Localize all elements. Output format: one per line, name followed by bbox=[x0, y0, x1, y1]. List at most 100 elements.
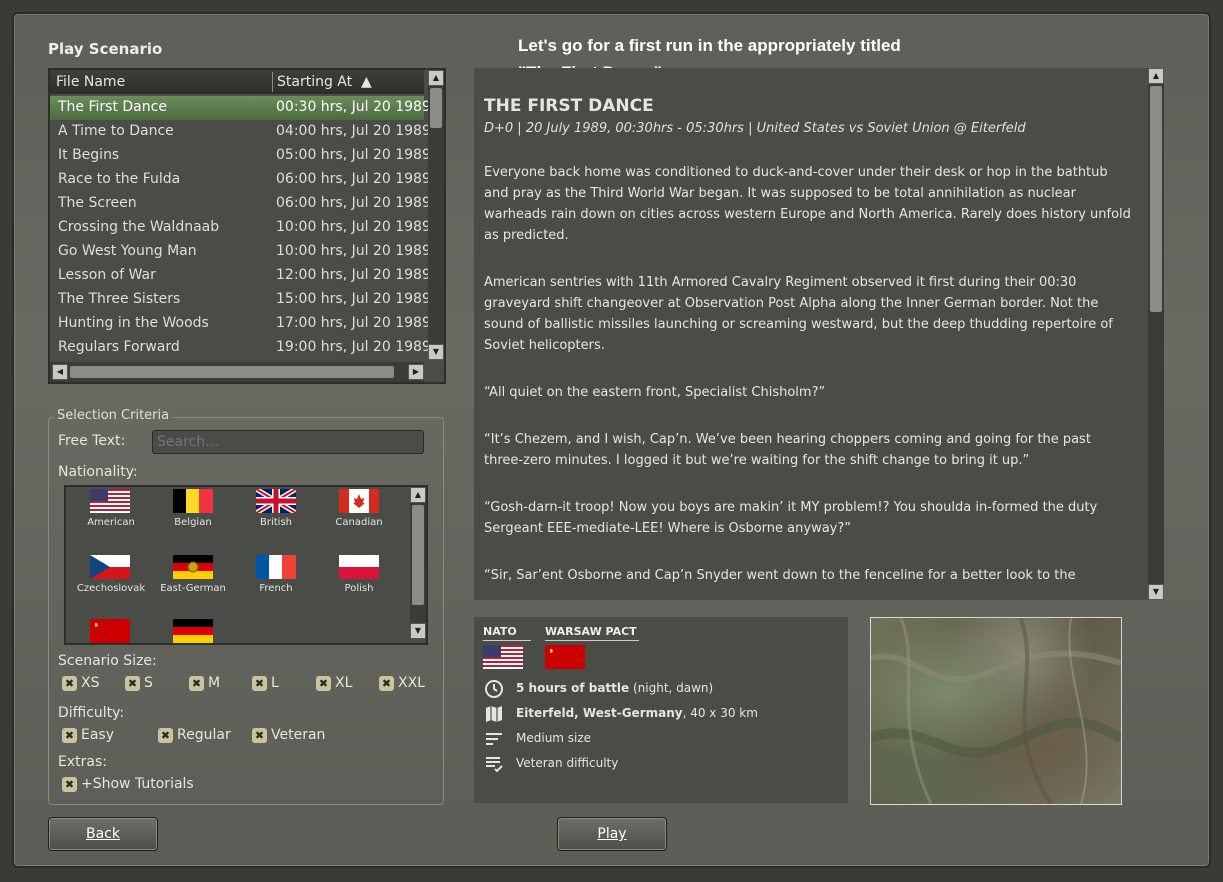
side-b-label: WARSAW PACT bbox=[545, 625, 639, 641]
size-xxl-checkbox[interactable]: ✖ XXL bbox=[379, 675, 425, 691]
column-separator bbox=[272, 72, 273, 92]
scenario-heading: THE FIRST DANCE bbox=[484, 96, 654, 116]
size-l-checkbox[interactable]: ✖ L bbox=[252, 675, 279, 691]
scroll-up-icon[interactable]: ▲ bbox=[1148, 68, 1164, 84]
scenario-list[interactable]: File Name Starting At ▲ The First Dance 0… bbox=[48, 68, 446, 384]
difficulty-option-label: Regular bbox=[177, 727, 231, 743]
check-icon: ✖ bbox=[62, 776, 77, 792]
size-m-checkbox[interactable]: ✖ M bbox=[189, 675, 220, 691]
difficulty-regular-checkbox[interactable]: ✖ Regular bbox=[158, 727, 231, 743]
scenario-subheading: D+0 | 20 July 1989, 00:30hrs - 05:30hrs … bbox=[484, 121, 1026, 136]
scroll-thumb[interactable] bbox=[1150, 86, 1162, 312]
sort-ascending-icon: ▲ bbox=[361, 74, 372, 90]
nation-name: East-German bbox=[160, 583, 226, 594]
check-icon: ✖ bbox=[189, 675, 204, 691]
check-icon: ✖ bbox=[316, 675, 331, 691]
british-flag-icon[interactable] bbox=[256, 489, 296, 513]
back-button[interactable]: Back bbox=[48, 817, 158, 851]
scroll-right-icon[interactable]: ▶ bbox=[408, 364, 424, 380]
table-row[interactable]: Race to the Fulda 06:00 hrs, Jul 20 1989 bbox=[50, 168, 431, 192]
row-name: The Three Sisters bbox=[58, 291, 181, 307]
row-name: It Begins bbox=[58, 147, 120, 163]
nationality-label: Nationality: bbox=[58, 464, 138, 480]
clock-icon bbox=[484, 679, 504, 699]
scroll-up-icon[interactable]: ▲ bbox=[410, 487, 426, 503]
search-input[interactable] bbox=[152, 430, 424, 454]
american-flag-icon[interactable] bbox=[90, 489, 130, 513]
scenario-size-label: Scenario Size: bbox=[58, 653, 157, 669]
table-row[interactable]: Hunting in the Woods 17:00 hrs, Jul 20 19… bbox=[50, 312, 431, 336]
size-s-checkbox[interactable]: ✖ S bbox=[125, 675, 153, 691]
size-xl-checkbox[interactable]: ✖ XL bbox=[316, 675, 352, 691]
description-fade bbox=[474, 586, 1148, 600]
check-icon: ✖ bbox=[252, 727, 267, 743]
scenario-size: Medium size bbox=[516, 731, 592, 745]
difficulty-option-label: Veteran bbox=[271, 727, 326, 743]
difficulty-veteran-checkbox[interactable]: ✖ Veteran bbox=[252, 727, 325, 743]
czechoslovak-flag-icon[interactable] bbox=[90, 555, 130, 579]
difficulty-easy-checkbox[interactable]: ✖ Easy bbox=[62, 727, 114, 743]
belgian-flag-icon[interactable] bbox=[173, 489, 213, 513]
polish-flag-icon[interactable] bbox=[339, 555, 379, 579]
location-detail: , 40 x 30 km bbox=[682, 706, 758, 720]
table-row[interactable]: Regulars Forward 19:00 hrs, Jul 20 1989 bbox=[50, 336, 431, 360]
scroll-left-icon[interactable]: ◀ bbox=[52, 364, 68, 380]
row-time: 19:00 hrs, Jul 20 1989 bbox=[276, 339, 431, 355]
row-name: Crossing the Waldnaab bbox=[58, 219, 220, 235]
scroll-down-icon[interactable]: ▼ bbox=[410, 623, 426, 639]
nation-name: Belgian bbox=[174, 517, 212, 528]
scroll-down-icon[interactable]: ▼ bbox=[1148, 584, 1164, 600]
french-flag-icon[interactable] bbox=[256, 555, 296, 579]
check-icon: ✖ bbox=[62, 675, 77, 691]
list-horizontal-scrollbar[interactable]: ◀ ▶ bbox=[50, 362, 424, 382]
difficulty-option-label: Easy bbox=[81, 727, 115, 743]
check-icon: ✖ bbox=[125, 675, 140, 691]
size-xs-checkbox[interactable]: ✖ XS bbox=[62, 675, 99, 691]
table-row[interactable]: Lesson of War 12:00 hrs, Jul 20 1989 bbox=[50, 264, 431, 288]
scenario-info-panel: NATO WARSAW PACT 5 hours of battle (nigh… bbox=[474, 617, 848, 803]
table-row[interactable]: The Three Sisters 15:00 hrs, Jul 20 1989 bbox=[50, 288, 431, 312]
canadian-flag-icon[interactable] bbox=[339, 489, 379, 513]
west-german-flag-icon[interactable] bbox=[173, 619, 213, 643]
description-scrollbar[interactable]: ▲ ▼ bbox=[1148, 68, 1164, 600]
table-row[interactable]: Go West Young Man 10:00 hrs, Jul 20 1989 bbox=[50, 240, 431, 264]
nationality-scrollbar[interactable]: ▲ ▼ bbox=[410, 487, 426, 639]
scroll-thumb[interactable] bbox=[70, 366, 394, 378]
page-title: Play Scenario bbox=[48, 40, 163, 58]
play-button[interactable]: Play bbox=[557, 817, 667, 851]
soviet-flag-icon[interactable] bbox=[90, 619, 130, 643]
list-header: File Name Starting At ▲ bbox=[50, 70, 424, 94]
scroll-thumb[interactable] bbox=[430, 88, 442, 128]
column-file-name[interactable]: File Name bbox=[56, 74, 125, 90]
row-time: 05:00 hrs, Jul 20 1989 bbox=[276, 147, 431, 163]
row-name: The First Dance bbox=[58, 99, 167, 115]
list-vertical-scrollbar[interactable]: ▲ ▼ bbox=[428, 70, 444, 360]
nation-name: Polish bbox=[344, 583, 374, 594]
difficulty-icon bbox=[484, 754, 504, 774]
row-time: 06:00 hrs, Jul 20 1989 bbox=[276, 171, 431, 187]
scroll-thumb[interactable] bbox=[412, 505, 424, 605]
show-tutorials-checkbox[interactable]: ✖ +Show Tutorials bbox=[62, 776, 194, 792]
description-paragraph: Everyone back home was conditioned to du… bbox=[484, 165, 1131, 243]
duration-value: 5 hours of battle bbox=[516, 681, 630, 695]
east-german-flag-icon[interactable] bbox=[173, 555, 213, 579]
column-starting-at-label: Starting At bbox=[277, 74, 353, 90]
size-icon bbox=[484, 729, 504, 749]
table-row[interactable]: The First Dance 00:30 hrs, Jul 20 1989 bbox=[50, 96, 431, 120]
scroll-up-icon[interactable]: ▲ bbox=[428, 70, 444, 86]
extras-option-label: +Show Tutorials bbox=[81, 776, 194, 792]
size-label: XXL bbox=[398, 675, 425, 691]
column-starting-at[interactable]: Starting At ▲ bbox=[277, 74, 372, 90]
table-row[interactable]: It Begins 05:00 hrs, Jul 20 1989 bbox=[50, 144, 431, 168]
table-row[interactable]: A Time to Dance 04:00 hrs, Jul 20 1989 bbox=[50, 120, 431, 144]
row-name: A Time to Dance bbox=[58, 123, 174, 139]
table-row[interactable]: Crossing the Waldnaab 10:00 hrs, Jul 20 1… bbox=[50, 216, 431, 240]
map-icon bbox=[484, 704, 504, 724]
description-paragraph: “Sir, Sar’ent Osborne and Cap’n Snyder w… bbox=[484, 568, 1076, 583]
scroll-down-icon[interactable]: ▼ bbox=[428, 344, 444, 360]
scenario-description[interactable]: THE FIRST DANCE D+0 | 20 July 1989, 00:3… bbox=[474, 68, 1164, 600]
row-time: 17:00 hrs, Jul 20 1989 bbox=[276, 315, 431, 331]
description-paragraph: American sentries with 11th Armored Cava… bbox=[484, 275, 1113, 353]
nationality-list[interactable]: American Belgian British Canadian Czecho… bbox=[64, 485, 428, 645]
table-row[interactable]: The Screen 06:00 hrs, Jul 20 1989 bbox=[50, 192, 431, 216]
